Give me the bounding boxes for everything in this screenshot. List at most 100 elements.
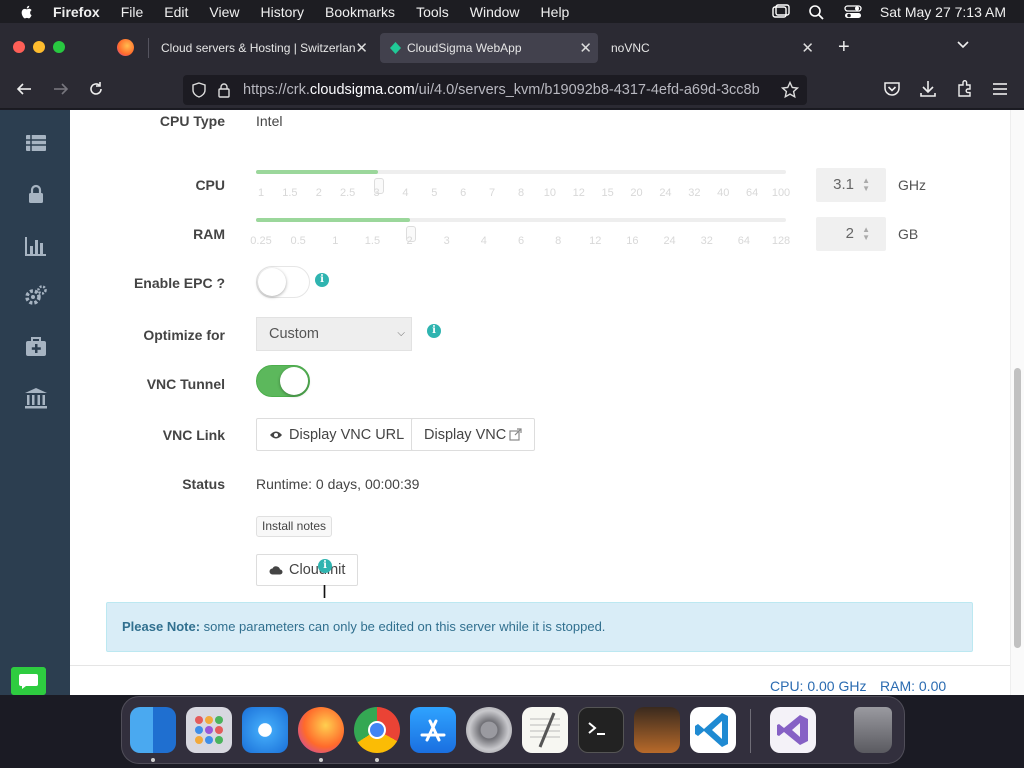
slider-tick-label: 2	[406, 235, 413, 247]
servers-list-icon[interactable]	[24, 131, 48, 155]
trash-icon[interactable]	[854, 707, 892, 753]
slider-tick-label: 1	[257, 187, 265, 199]
optimize-for-selected: Custom	[269, 326, 319, 342]
control-center-icon[interactable]	[844, 4, 862, 20]
menu-file[interactable]: File	[121, 4, 144, 20]
cpu-slider[interactable]: 1 1.5 2 2.5 3 4 5 6 7 8 10 12 15 20 24 32 40 64 100	[256, 170, 790, 200]
menu-help[interactable]: Help	[541, 4, 570, 20]
lock-icon[interactable]	[217, 82, 231, 98]
info-icon[interactable]: i	[315, 273, 329, 287]
slider-tick-label: 8	[555, 235, 562, 247]
system-preferences-icon[interactable]	[466, 707, 512, 753]
cpu-type-label: CPU Type	[159, 113, 225, 129]
display-vnc-button[interactable]: Display VNC	[411, 418, 536, 451]
ram-label: RAM	[193, 226, 225, 242]
back-arrow-icon[interactable]	[14, 79, 34, 99]
menu-bookmarks[interactable]: Bookmarks	[325, 4, 395, 20]
menu-tools[interactable]: Tools	[416, 4, 449, 20]
install-notes-button[interactable]: Install notes	[256, 516, 333, 537]
lock-icon[interactable]	[24, 182, 48, 206]
bar-chart-icon[interactable]	[24, 234, 48, 258]
running-indicator	[375, 758, 379, 762]
chevron-down-icon[interactable]	[956, 38, 970, 52]
tab-cloudsigma-webapp[interactable]: CloudSigma WebApp ✕	[380, 33, 598, 63]
spotlight-search-icon[interactable]	[808, 4, 826, 20]
apple-icon[interactable]	[19, 4, 35, 20]
window-close-button[interactable]	[13, 41, 25, 53]
cpu-spinner[interactable]: 3.1 ▲ ▼	[816, 168, 886, 202]
firefox-icon[interactable]	[298, 707, 344, 753]
screen-mirror-icon[interactable]	[772, 3, 790, 20]
gears-icon[interactable]	[24, 284, 48, 308]
slider-tick-label: 32	[688, 187, 701, 199]
textedit-icon[interactable]	[522, 707, 568, 753]
external-link-icon	[509, 428, 522, 441]
menu-window[interactable]: Window	[470, 4, 520, 20]
tab-title: noVNC	[611, 41, 650, 55]
reload-icon[interactable]	[86, 79, 106, 99]
garageband-icon[interactable]	[634, 707, 680, 753]
display-vnc-url-button[interactable]: Display VNC URL	[256, 418, 418, 451]
forward-arrow-icon[interactable]	[51, 79, 71, 99]
extensions-icon[interactable]	[955, 79, 975, 99]
chat-icon[interactable]	[11, 667, 46, 695]
scrollbar[interactable]	[1010, 110, 1024, 695]
menu-app-name[interactable]: Firefox	[53, 4, 100, 20]
optimize-for-select[interactable]: Custom ⌵	[256, 317, 412, 351]
new-tab-button[interactable]: +	[838, 36, 850, 59]
spinner-arrows-icon[interactable]: ▲ ▼	[862, 177, 870, 193]
hamburger-menu-icon[interactable]	[990, 79, 1010, 99]
tab-novnc[interactable]: noVNC ✕	[598, 33, 820, 63]
close-tab-icon[interactable]: ✕	[355, 39, 368, 57]
vnc-tunnel-label: VNC Tunnel	[146, 376, 225, 392]
close-tab-icon[interactable]: ✕	[801, 39, 814, 57]
menu-history[interactable]: History	[260, 4, 304, 20]
slider-tick-label: 15	[601, 187, 614, 199]
terminal-icon[interactable]	[578, 707, 624, 753]
vscode-icon[interactable]	[690, 707, 736, 753]
window-minimize-button[interactable]	[33, 41, 45, 53]
pocket-icon[interactable]	[882, 79, 902, 99]
safari-icon[interactable]	[242, 707, 288, 753]
medkit-icon[interactable]	[24, 335, 48, 359]
window-zoom-button[interactable]	[53, 41, 65, 53]
menu-view[interactable]: View	[209, 4, 239, 20]
app-store-icon[interactable]	[410, 707, 456, 753]
spinner-arrows-icon[interactable]: ▲ ▼	[862, 226, 870, 242]
menu-clock[interactable]: Sat May 27 7:13 AM	[880, 4, 1006, 20]
bookmark-star-icon[interactable]	[781, 81, 799, 99]
enable-epc-toggle[interactable]	[256, 266, 310, 298]
chrome-icon[interactable]	[354, 707, 400, 753]
bank-icon[interactable]	[24, 386, 48, 410]
info-icon[interactable]: i	[318, 559, 332, 573]
url-bar[interactable]: https://crk.cloudsigma.com/ui/4.0/server…	[183, 75, 807, 105]
finder-icon[interactable]	[130, 707, 176, 753]
shield-icon[interactable]	[191, 82, 207, 98]
toggle-knob	[280, 367, 308, 395]
download-icon[interactable]	[918, 79, 938, 99]
vnc-tunnel-toggle[interactable]	[256, 365, 310, 397]
firefox-view-icon[interactable]	[117, 39, 134, 56]
web-page: CPU Type Intel CPU 1 1.5 2 2.5 3 4 5 6 7 8 10 12 15 2…	[0, 110, 1024, 695]
slider-tick-label: 8	[517, 187, 525, 199]
slider-fill	[256, 218, 410, 222]
close-tab-icon[interactable]: ✕	[579, 39, 592, 57]
menu-edit[interactable]: Edit	[164, 4, 188, 20]
page-footer: CPU: 0.00 GHz RAM: 0.00	[70, 665, 1010, 695]
chevron-down-icon: ⌵	[397, 328, 405, 339]
scrollbar-thumb[interactable]	[1014, 368, 1021, 648]
tab-cloud-servers[interactable]: Cloud servers & Hosting | Switzerlan ✕	[148, 33, 374, 63]
note-title: Please Note:	[122, 619, 201, 634]
cpu-unit: GHz	[898, 177, 926, 193]
launchpad-icon[interactable]	[186, 707, 232, 753]
cpu-type-value: Intel	[256, 113, 283, 129]
ram-slider[interactable]: 0.25 0.5 1 1.5 2 3 4 6 8 12 16 24 32 64 128	[250, 218, 790, 248]
cpu-spinner-value[interactable]: 3.1	[833, 176, 854, 193]
info-icon[interactable]: i	[427, 324, 441, 338]
ram-spinner-value[interactable]: 2	[846, 225, 854, 242]
visual-studio-icon[interactable]	[770, 707, 816, 753]
cloudinit-button[interactable]: Cloudinit	[256, 554, 359, 586]
url-text[interactable]: https://crk.cloudsigma.com/ui/4.0/server…	[243, 82, 771, 98]
slider-tick-label: 10	[543, 187, 556, 199]
ram-spinner[interactable]: 2 ▲ ▼	[816, 217, 886, 251]
